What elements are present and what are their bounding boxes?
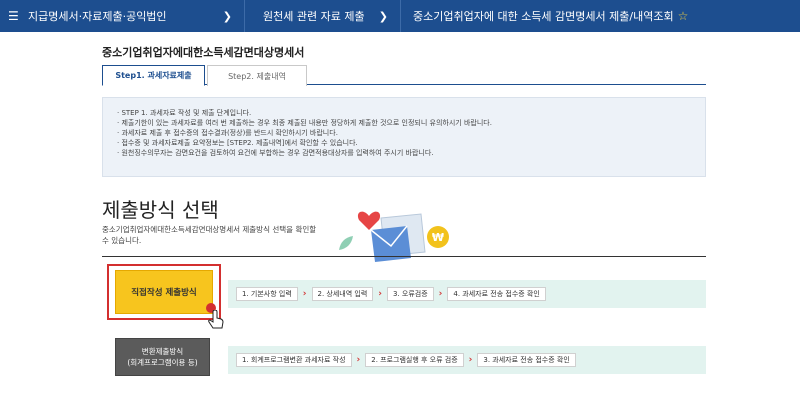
breadcrumb-level3[interactable]: 중소기업취업자에 대한 소득세 감면명세서 제출/내역조회 ☆ (401, 0, 800, 32)
hand-cursor-icon (208, 310, 224, 329)
conversion-submit-sublabel: (회계프로그램이용 등) (127, 358, 198, 367)
chevron-right-icon: › (378, 289, 382, 299)
section-divider (102, 256, 706, 257)
direct-submit-flow: 1. 기본사항 입력 › 2. 상세내역 입력 › 3. 오류검증 › 4. 과… (228, 280, 706, 308)
section-title: 제출방식 선택 (102, 198, 219, 222)
page-title: 중소기업취업자에대한소득세감면대상명세서 (102, 46, 305, 59)
chevron-down-icon[interactable]: ❯ (223, 10, 232, 23)
tab-step2[interactable]: Step2. 제출내역 (207, 65, 307, 86)
chevron-right-icon: › (302, 289, 307, 299)
breadcrumb-level2[interactable]: 원천세 관련 자료 제출 ❯ (245, 0, 400, 32)
info-item: 접수증 및 과세자료제출 요약정보는 [STEP2. 제출내역]에서 확인할 수… (117, 138, 705, 148)
info-box: STEP 1. 과세자료 작성 및 제출 단계입니다. 제출기한이 있는 과세자… (102, 97, 706, 177)
submission-illustration: ₩ (339, 211, 449, 262)
favorite-star-icon[interactable]: ☆ (678, 9, 689, 23)
flow-step: 2. 프로그램실행 후 오류 검증 (365, 353, 464, 367)
flow-step: 4. 과세자료 전송 접수증 확인 (447, 287, 546, 301)
flow-step: 3. 오류검증 (387, 287, 434, 301)
menu-icon[interactable]: ☰ (8, 9, 24, 23)
info-item: 원천징수의무자는 감면요건을 검토하여 요건에 부합하는 경우 감면적용대상자를… (117, 148, 705, 158)
section-description: 중소기업취업자에대한소득세감면대상명세서 제출방식 선택을 확인할 수 있습니다… (102, 225, 317, 245)
info-item: 제출기한이 있는 과세자료를 여러 번 제출하는 경우 최종 제출된 내용만 정… (117, 118, 705, 128)
chevron-down-icon[interactable]: ❯ (379, 10, 388, 23)
direct-submit-button[interactable]: 직접작성 제출방식 (115, 270, 213, 314)
top-nav-bar: ☰ 지급명세서·자료제출·공익법인 ❯ 원천세 관련 자료 제출 ❯ 중소기업취… (0, 0, 800, 32)
chevron-right-icon: › (356, 355, 361, 365)
conversion-submit-button[interactable]: 변환제출방식 (회계프로그램이용 등) (115, 338, 210, 376)
conversion-submit-label: 변환제출방식 (141, 347, 184, 356)
tab-step1[interactable]: Step1. 과세자료제출 (102, 65, 205, 86)
flow-step: 1. 기본사항 입력 (236, 287, 298, 301)
info-item: STEP 1. 과세자료 작성 및 제출 단계입니다. (117, 108, 705, 118)
svg-text:₩: ₩ (432, 231, 444, 244)
heart-icon (357, 211, 381, 230)
document-icon (370, 213, 426, 262)
flow-step: 3. 과세자료 전송 접수증 확인 (477, 353, 576, 367)
breadcrumb-level3-label: 중소기업취업자에 대한 소득세 감면명세서 제출/내역조회 (413, 10, 674, 23)
chevron-right-icon: › (438, 289, 443, 299)
info-item: 과세자료 제출 후 접수증의 접수결과(정상)를 반드시 확인하시기 바랍니다. (117, 128, 705, 138)
chevron-right-icon: › (468, 355, 473, 365)
flow-step: 1. 회계프로그램변환 과세자료 작성 (236, 353, 352, 367)
coin-icon: ₩ (427, 226, 449, 248)
breadcrumb-level1-label: 지급명세서·자료제출·공익법인 (28, 10, 167, 23)
step-tabs: Step1. 과세자료제출 Step2. 제출내역 (102, 65, 706, 86)
flow-step: 2. 상세내역 입력 (311, 287, 374, 301)
breadcrumb-level1[interactable]: 지급명세서·자료제출·공익법인 ❯ (24, 0, 244, 32)
conversion-submit-flow: 1. 회계프로그램변환 과세자료 작성 › 2. 프로그램실행 후 오류 검증 … (228, 346, 706, 374)
leaf-icon (339, 236, 353, 250)
breadcrumb-level2-label: 원천세 관련 자료 제출 (263, 10, 365, 23)
